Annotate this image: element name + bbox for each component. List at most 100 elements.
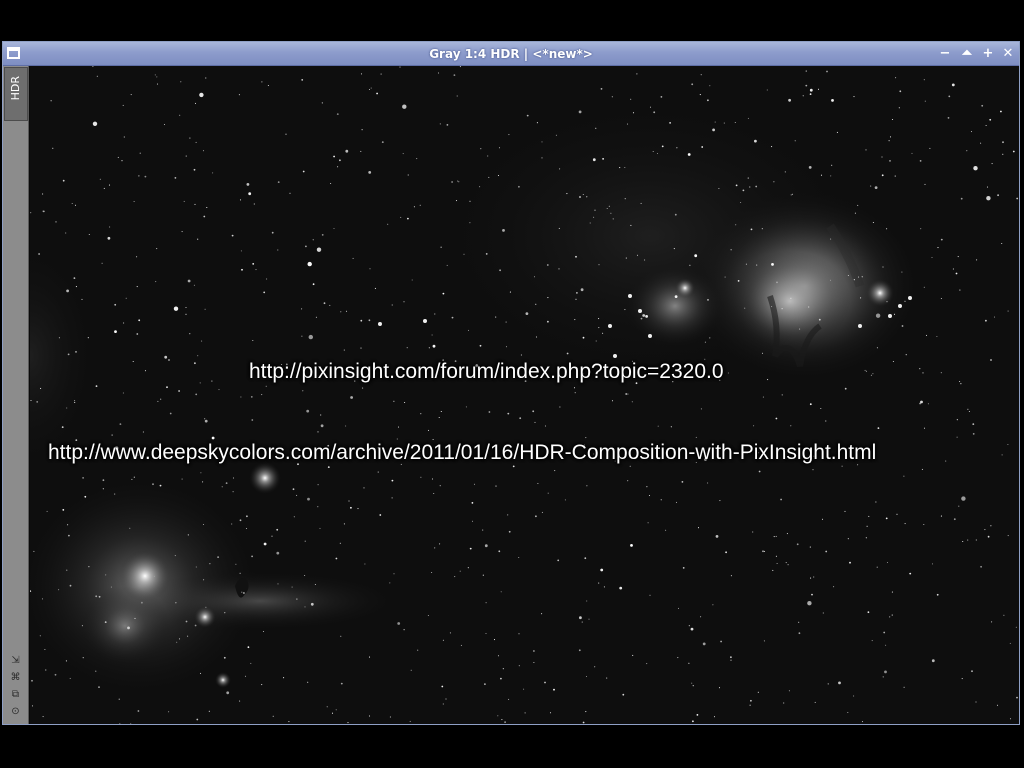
title-bar[interactable]: Gray 1:4 HDR | <*new*> − ⏶ + ✕ xyxy=(3,42,1019,66)
close-icon[interactable]: ✕ xyxy=(1000,46,1016,62)
star xyxy=(136,333,139,335)
star xyxy=(576,292,578,294)
star xyxy=(786,533,788,535)
star xyxy=(155,281,157,283)
star xyxy=(404,401,406,404)
star xyxy=(296,598,298,600)
overlay-link-deepskycolors[interactable]: http://www.deepskycolors.com/archive/201… xyxy=(48,440,876,466)
star xyxy=(454,576,456,578)
star xyxy=(307,261,312,267)
star xyxy=(133,476,135,478)
star xyxy=(30,212,32,214)
minimize-icon[interactable]: − xyxy=(937,46,953,62)
star xyxy=(304,540,306,542)
star xyxy=(891,118,894,121)
star xyxy=(67,524,69,526)
star xyxy=(931,256,933,259)
tab-hdr[interactable]: HDR xyxy=(4,67,28,121)
star xyxy=(296,494,298,496)
star xyxy=(65,232,67,234)
star xyxy=(239,519,242,522)
star xyxy=(272,715,274,717)
star xyxy=(347,722,349,724)
star xyxy=(1009,642,1011,644)
star xyxy=(868,515,870,517)
star xyxy=(377,471,379,473)
star xyxy=(62,509,65,511)
overlay-link-forum[interactable]: http://pixinsight.com/forum/index.php?to… xyxy=(249,359,724,385)
star xyxy=(694,254,698,258)
star xyxy=(975,539,977,541)
star xyxy=(652,150,654,153)
star xyxy=(122,392,124,394)
star xyxy=(67,353,70,356)
star xyxy=(202,150,205,152)
star xyxy=(130,94,132,96)
star xyxy=(719,500,721,502)
star xyxy=(905,354,907,356)
maximize-icon[interactable]: + xyxy=(980,46,996,62)
star xyxy=(578,110,582,114)
star xyxy=(402,104,407,109)
star xyxy=(524,712,526,714)
star xyxy=(991,621,993,623)
star xyxy=(646,663,648,665)
star xyxy=(81,298,83,300)
star xyxy=(809,88,813,92)
star xyxy=(164,355,168,359)
star xyxy=(518,556,520,559)
star xyxy=(940,515,942,517)
star xyxy=(460,644,462,646)
shade-icon[interactable]: ⏶ xyxy=(959,46,975,62)
star xyxy=(467,329,470,331)
star xyxy=(420,413,422,415)
star xyxy=(206,206,208,209)
star xyxy=(482,529,484,531)
star xyxy=(226,691,230,695)
star xyxy=(187,279,191,283)
star xyxy=(156,76,158,78)
star xyxy=(718,187,720,190)
star xyxy=(123,322,125,324)
star xyxy=(389,716,391,718)
star xyxy=(790,297,792,299)
clone-icon[interactable]: ⧉ xyxy=(9,688,22,701)
star xyxy=(108,184,111,186)
star xyxy=(700,616,702,618)
star xyxy=(566,193,568,195)
star xyxy=(532,410,535,413)
star xyxy=(628,294,632,298)
star xyxy=(884,670,887,674)
star xyxy=(391,497,393,499)
star xyxy=(204,308,206,310)
star xyxy=(333,155,335,158)
star xyxy=(114,330,117,333)
star xyxy=(54,673,57,676)
star xyxy=(808,166,812,169)
star xyxy=(301,79,304,81)
star xyxy=(881,174,884,177)
star xyxy=(775,535,777,537)
star xyxy=(485,602,487,604)
star xyxy=(598,264,600,266)
star xyxy=(241,591,243,593)
star xyxy=(185,306,187,309)
star xyxy=(752,531,754,533)
star xyxy=(989,118,992,121)
star xyxy=(675,501,678,503)
star xyxy=(582,721,585,724)
star xyxy=(790,194,792,196)
star xyxy=(71,202,73,205)
pin-icon[interactable]: ⌘ xyxy=(9,671,22,684)
star xyxy=(119,423,122,425)
zoom-fit-icon[interactable]: ⇲ xyxy=(9,654,22,667)
star xyxy=(469,547,472,550)
target-icon[interactable]: ⊙ xyxy=(9,705,22,718)
star xyxy=(592,158,596,162)
star xyxy=(55,221,57,223)
star xyxy=(642,314,646,317)
image-canvas[interactable]: http://pixinsight.com/forum/index.php?to… xyxy=(30,66,1019,724)
star xyxy=(263,291,266,294)
star xyxy=(176,641,178,643)
star xyxy=(638,309,642,313)
